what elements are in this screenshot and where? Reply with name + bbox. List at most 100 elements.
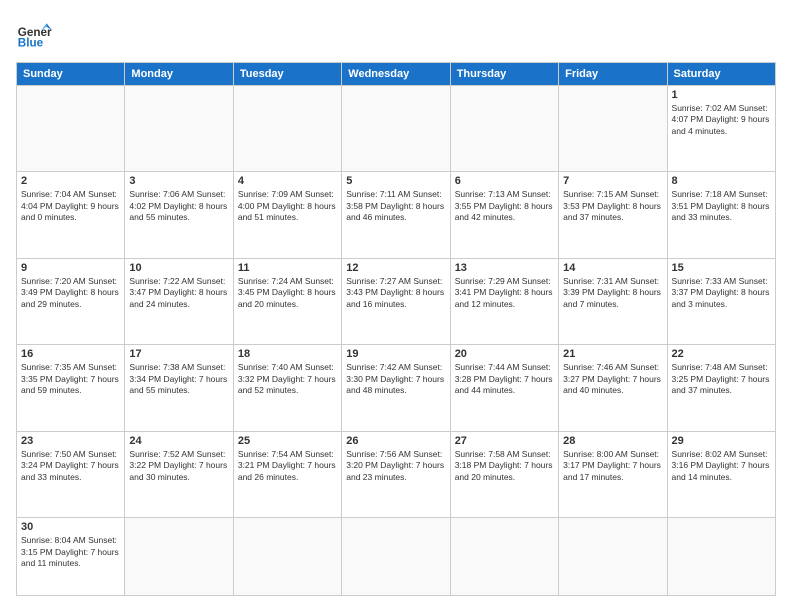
day-cell-27: 27 Sunrise: 7:58 AM Sunset: 3:18 PM Dayli… bbox=[450, 431, 558, 517]
day-info: Sunrise: 7:09 AM Sunset: 4:00 PM Dayligh… bbox=[238, 189, 337, 223]
day-number: 19 bbox=[346, 348, 445, 360]
day-number: 22 bbox=[672, 348, 771, 360]
day-info: Sunrise: 7:18 AM Sunset: 3:51 PM Dayligh… bbox=[672, 189, 771, 223]
day-number: 8 bbox=[672, 175, 771, 187]
day-info: Sunrise: 7:40 AM Sunset: 3:32 PM Dayligh… bbox=[238, 362, 337, 396]
week-row-3: 9 Sunrise: 7:20 AM Sunset: 3:49 PM Daylig… bbox=[17, 258, 776, 344]
day-number: 1 bbox=[672, 89, 771, 101]
day-header-wednesday: Wednesday bbox=[342, 63, 450, 86]
day-info: Sunrise: 7:20 AM Sunset: 3:49 PM Dayligh… bbox=[21, 276, 120, 310]
day-number: 11 bbox=[238, 262, 337, 274]
day-cell-empty bbox=[233, 86, 341, 172]
svg-text:Blue: Blue bbox=[18, 37, 44, 50]
day-number: 27 bbox=[455, 435, 554, 447]
day-cell-5: 5 Sunrise: 7:11 AM Sunset: 3:58 PM Daylig… bbox=[342, 172, 450, 258]
day-info: Sunrise: 7:04 AM Sunset: 4:04 PM Dayligh… bbox=[21, 189, 120, 223]
day-info: Sunrise: 7:46 AM Sunset: 3:27 PM Dayligh… bbox=[563, 362, 662, 396]
day-number: 6 bbox=[455, 175, 554, 187]
day-cell-8: 8 Sunrise: 7:18 AM Sunset: 3:51 PM Daylig… bbox=[667, 172, 775, 258]
day-number: 21 bbox=[563, 348, 662, 360]
header: General Blue bbox=[16, 16, 776, 52]
day-info: Sunrise: 7:33 AM Sunset: 3:37 PM Dayligh… bbox=[672, 276, 771, 310]
day-info: Sunrise: 7:50 AM Sunset: 3:24 PM Dayligh… bbox=[21, 449, 120, 483]
day-cell-empty bbox=[450, 518, 558, 596]
day-number: 5 bbox=[346, 175, 445, 187]
logo: General Blue bbox=[16, 16, 52, 52]
day-cell-empty bbox=[342, 518, 450, 596]
day-info: Sunrise: 8:02 AM Sunset: 3:16 PM Dayligh… bbox=[672, 449, 771, 483]
day-info: Sunrise: 7:27 AM Sunset: 3:43 PM Dayligh… bbox=[346, 276, 445, 310]
day-number: 14 bbox=[563, 262, 662, 274]
day-cell-3: 3Sunrise: 7:06 AM Sunset: 4:02 PM Daylig… bbox=[125, 172, 233, 258]
day-cell-4: 4 Sunrise: 7:09 AM Sunset: 4:00 PM Daylig… bbox=[233, 172, 341, 258]
day-cell-29: 29 Sunrise: 8:02 AM Sunset: 3:16 PM Dayli… bbox=[667, 431, 775, 517]
day-cell-7: 7 Sunrise: 7:15 AM Sunset: 3:53 PM Daylig… bbox=[559, 172, 667, 258]
day-info: Sunrise: 7:06 AM Sunset: 4:02 PM Dayligh… bbox=[129, 189, 228, 223]
day-header-friday: Friday bbox=[559, 63, 667, 86]
day-number: 18 bbox=[238, 348, 337, 360]
day-header-saturday: Saturday bbox=[667, 63, 775, 86]
day-cell-30: 30 Sunrise: 8:04 AM Sunset: 3:15 PM Dayli… bbox=[17, 518, 125, 596]
day-cell-2: 2 Sunrise: 7:04 AM Sunset: 4:04 PM Daylig… bbox=[17, 172, 125, 258]
day-info: Sunrise: 7:44 AM Sunset: 3:28 PM Dayligh… bbox=[455, 362, 554, 396]
day-cell-empty bbox=[667, 518, 775, 596]
day-info: Sunrise: 7:22 AM Sunset: 3:47 PM Dayligh… bbox=[129, 276, 228, 310]
day-cell-14: 14 Sunrise: 7:31 AM Sunset: 3:39 PM Dayli… bbox=[559, 258, 667, 344]
calendar-table: SundayMondayTuesdayWednesdayThursdayFrid… bbox=[16, 62, 776, 596]
day-info: Sunrise: 7:56 AM Sunset: 3:20 PM Dayligh… bbox=[346, 449, 445, 483]
day-number: 29 bbox=[672, 435, 771, 447]
day-info: Sunrise: 7:58 AM Sunset: 3:18 PM Dayligh… bbox=[455, 449, 554, 483]
day-cell-10: 10Sunrise: 7:22 AM Sunset: 3:47 PM Dayli… bbox=[125, 258, 233, 344]
day-cell-17: 17Sunrise: 7:38 AM Sunset: 3:34 PM Dayli… bbox=[125, 345, 233, 431]
day-info: Sunrise: 7:29 AM Sunset: 3:41 PM Dayligh… bbox=[455, 276, 554, 310]
day-header-sunday: Sunday bbox=[17, 63, 125, 86]
day-info: Sunrise: 7:35 AM Sunset: 3:35 PM Dayligh… bbox=[21, 362, 120, 396]
day-info: Sunrise: 7:15 AM Sunset: 3:53 PM Dayligh… bbox=[563, 189, 662, 223]
day-info: Sunrise: 7:02 AM Sunset: 4:07 PM Dayligh… bbox=[672, 103, 771, 137]
day-info: Sunrise: 7:38 AM Sunset: 3:34 PM Dayligh… bbox=[129, 362, 228, 396]
week-row-4: 16 Sunrise: 7:35 AM Sunset: 3:35 PM Dayli… bbox=[17, 345, 776, 431]
day-info: Sunrise: 7:52 AM Sunset: 3:22 PM Dayligh… bbox=[129, 449, 228, 483]
day-cell-empty bbox=[17, 86, 125, 172]
day-info: Sunrise: 7:42 AM Sunset: 3:30 PM Dayligh… bbox=[346, 362, 445, 396]
day-cell-12: 12Sunrise: 7:27 AM Sunset: 3:43 PM Dayli… bbox=[342, 258, 450, 344]
day-cell-empty bbox=[450, 86, 558, 172]
day-cell-empty bbox=[559, 86, 667, 172]
day-cell-11: 11Sunrise: 7:24 AM Sunset: 3:45 PM Dayli… bbox=[233, 258, 341, 344]
day-number: 25 bbox=[238, 435, 337, 447]
day-number: 2 bbox=[21, 175, 120, 187]
day-number: 4 bbox=[238, 175, 337, 187]
day-info: Sunrise: 7:31 AM Sunset: 3:39 PM Dayligh… bbox=[563, 276, 662, 310]
day-info: Sunrise: 7:48 AM Sunset: 3:25 PM Dayligh… bbox=[672, 362, 771, 396]
day-number: 7 bbox=[563, 175, 662, 187]
day-number: 13 bbox=[455, 262, 554, 274]
week-row-5: 23 Sunrise: 7:50 AM Sunset: 3:24 PM Dayli… bbox=[17, 431, 776, 517]
day-cell-20: 20 Sunrise: 7:44 AM Sunset: 3:28 PM Dayli… bbox=[450, 345, 558, 431]
day-info: Sunrise: 7:54 AM Sunset: 3:21 PM Dayligh… bbox=[238, 449, 337, 483]
day-cell-21: 21 Sunrise: 7:46 AM Sunset: 3:27 PM Dayli… bbox=[559, 345, 667, 431]
day-number: 15 bbox=[672, 262, 771, 274]
week-row-6: 30 Sunrise: 8:04 AM Sunset: 3:15 PM Dayli… bbox=[17, 518, 776, 596]
day-number: 20 bbox=[455, 348, 554, 360]
day-cell-13: 13 Sunrise: 7:29 AM Sunset: 3:41 PM Dayli… bbox=[450, 258, 558, 344]
day-cell-22: 22 Sunrise: 7:48 AM Sunset: 3:25 PM Dayli… bbox=[667, 345, 775, 431]
day-cell-empty bbox=[342, 86, 450, 172]
week-row-2: 2 Sunrise: 7:04 AM Sunset: 4:04 PM Daylig… bbox=[17, 172, 776, 258]
day-cell-empty bbox=[233, 518, 341, 596]
day-cell-9: 9 Sunrise: 7:20 AM Sunset: 3:49 PM Daylig… bbox=[17, 258, 125, 344]
week-row-1: 1 Sunrise: 7:02 AM Sunset: 4:07 PM Daylig… bbox=[17, 86, 776, 172]
day-number: 9 bbox=[21, 262, 120, 274]
logo-icon: General Blue bbox=[16, 16, 52, 52]
day-cell-1: 1 Sunrise: 7:02 AM Sunset: 4:07 PM Daylig… bbox=[667, 86, 775, 172]
day-cell-23: 23 Sunrise: 7:50 AM Sunset: 3:24 PM Dayli… bbox=[17, 431, 125, 517]
day-number: 23 bbox=[21, 435, 120, 447]
day-cell-empty bbox=[559, 518, 667, 596]
day-header-tuesday: Tuesday bbox=[233, 63, 341, 86]
day-info: Sunrise: 7:13 AM Sunset: 3:55 PM Dayligh… bbox=[455, 189, 554, 223]
day-cell-empty bbox=[125, 518, 233, 596]
page: General Blue SundayMondayTuesdayWednesda… bbox=[0, 0, 792, 612]
day-info: Sunrise: 7:11 AM Sunset: 3:58 PM Dayligh… bbox=[346, 189, 445, 223]
day-info: Sunrise: 8:04 AM Sunset: 3:15 PM Dayligh… bbox=[21, 535, 120, 569]
day-number: 30 bbox=[21, 521, 120, 533]
day-number: 16 bbox=[21, 348, 120, 360]
